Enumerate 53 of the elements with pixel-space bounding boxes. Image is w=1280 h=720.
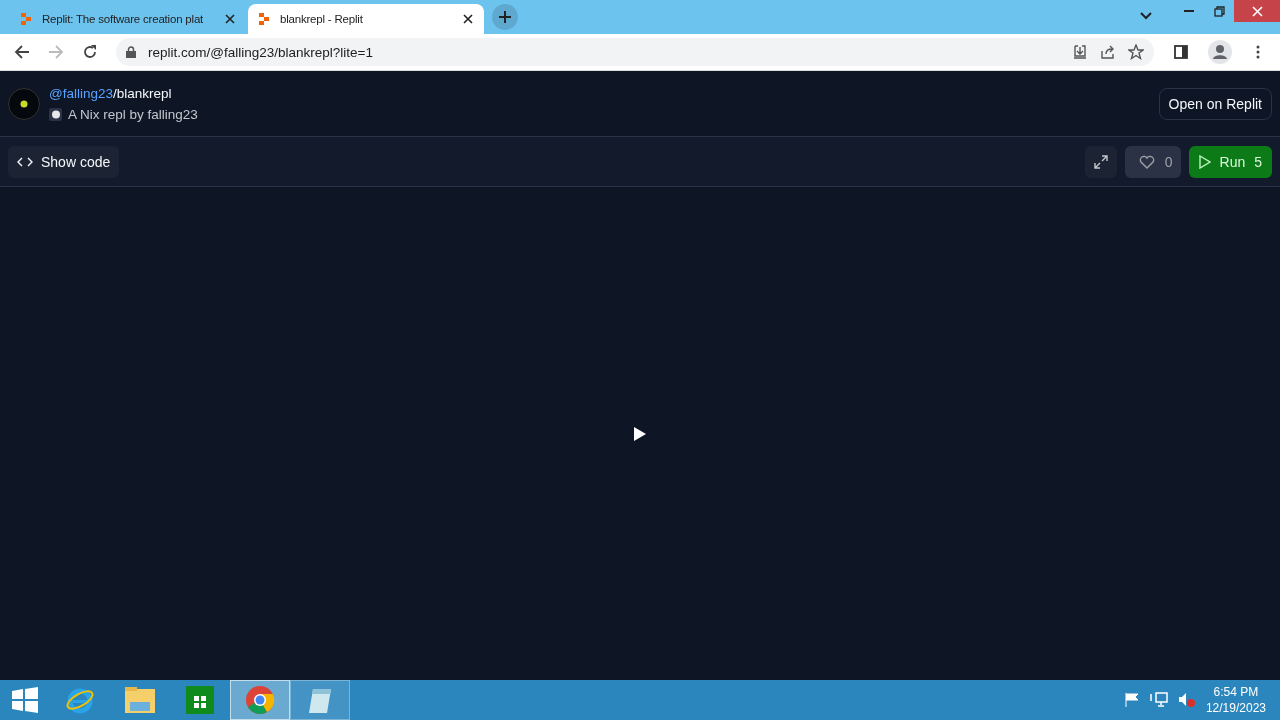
taskbar-app[interactable] [230,680,290,720]
replit-logo-icon [258,13,270,25]
close-icon[interactable] [462,13,474,25]
folder-icon [124,686,156,714]
play-icon[interactable] [634,426,646,441]
repl-description: A Nix repl by falling23 [68,106,198,122]
owner-link[interactable]: @falling23 [49,85,113,101]
heart-icon [1138,154,1155,169]
back-arrow-icon [14,44,30,60]
repl-name: blankrepl [116,85,172,101]
network-icon[interactable] [1149,692,1168,708]
notepad-icon [307,686,333,714]
lock-icon [126,46,136,58]
reload-icon [82,44,98,60]
profile-icon[interactable] [1208,40,1232,64]
open-on-replit-button[interactable]: Open on Replit [1158,87,1272,120]
clock-time[interactable]: 6:54 PM [1213,684,1259,700]
windows-logo-icon [12,687,38,713]
close-button[interactable] [1234,0,1280,22]
plus-icon [499,11,511,23]
new-tab-button[interactable] [492,4,518,30]
like-button[interactable]: 0 [1124,145,1181,178]
chevron-down-icon[interactable] [1140,12,1152,20]
avatar [8,87,40,120]
muted-speaker-icon[interactable] [1177,692,1196,708]
side-panel-icon[interactable] [1174,45,1188,59]
star-icon[interactable] [1128,44,1144,60]
restore-icon [1213,5,1225,17]
play-icon [1198,154,1211,169]
replit-logo-icon [20,13,32,25]
menu-icon[interactable] [1256,45,1260,59]
separator-text: / [113,85,117,101]
browser-tab[interactable]: Replit: The software creation plat [10,4,246,34]
expand-button[interactable] [1084,145,1117,178]
address-bar[interactable]: replit.com/@falling23/blankrepl?lite=1 [116,38,1154,66]
close-icon[interactable] [224,13,236,25]
minimize-icon [1184,10,1194,12]
store-icon [186,686,214,714]
show-code-button[interactable]: Show code [8,145,120,178]
nix-icon [49,107,62,121]
chrome-icon [245,685,275,715]
clock-date[interactable]: 12/19/2023 [1205,700,1266,716]
flag-icon[interactable] [1123,693,1140,707]
browser-tab[interactable]: blankrepl - Replit [248,4,484,34]
expand-icon [1093,154,1108,169]
share-icon[interactable] [1100,44,1116,60]
run-button[interactable]: Run 5 [1188,145,1272,178]
code-icon [17,156,33,167]
taskbar-app[interactable] [290,680,350,720]
forward-arrow-icon [48,44,64,60]
close-icon [1251,5,1263,17]
url-text: replit.com/@falling23/blankrepl?lite=1 [148,44,373,60]
download-icon[interactable] [1072,44,1088,60]
